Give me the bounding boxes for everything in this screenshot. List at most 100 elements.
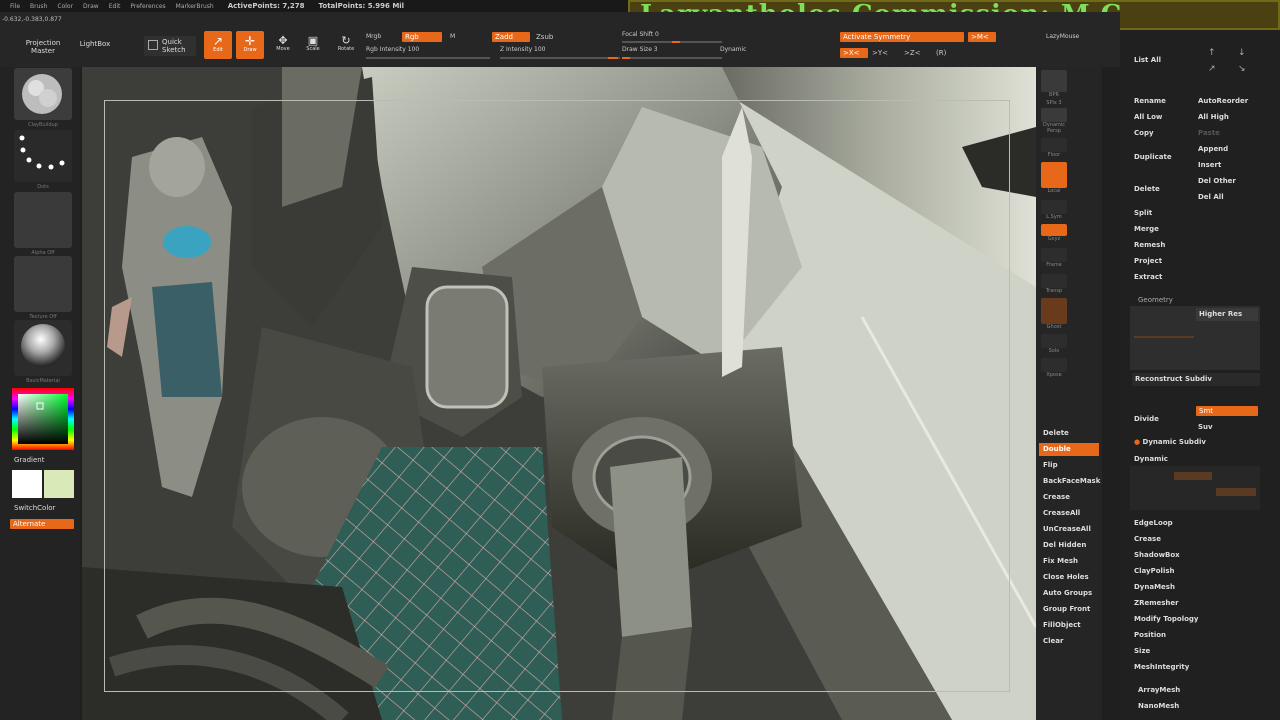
palette-crease-button[interactable]: Crease bbox=[1134, 535, 1161, 543]
mrgb-button[interactable]: Mrgb bbox=[366, 33, 381, 40]
lsym-icon[interactable] bbox=[1041, 200, 1067, 214]
insert-button[interactable]: Insert bbox=[1198, 161, 1221, 169]
draw-size-track[interactable] bbox=[622, 57, 722, 59]
alternate-button[interactable]: Alternate bbox=[10, 519, 74, 529]
local-icon[interactable] bbox=[1041, 162, 1067, 188]
fillobject-button[interactable]: FillObject bbox=[1039, 619, 1099, 632]
z-intensity-track[interactable] bbox=[500, 57, 620, 59]
activate-symmetry-button[interactable]: Activate Symmetry bbox=[840, 32, 964, 42]
rotate-button[interactable]: ↻ Rotate bbox=[332, 33, 360, 57]
menu-file[interactable]: File bbox=[10, 3, 20, 10]
gradient-toggle[interactable]: Gradient bbox=[14, 456, 44, 464]
extract-button[interactable]: Extract bbox=[1134, 273, 1162, 281]
clear-button[interactable]: Clear bbox=[1039, 635, 1099, 648]
paste-button[interactable]: Paste bbox=[1198, 129, 1220, 137]
rgb-intensity-track[interactable] bbox=[366, 57, 490, 59]
menu-draw[interactable]: Draw bbox=[83, 3, 99, 10]
all-high-button[interactable]: All High bbox=[1198, 113, 1229, 121]
crease-button[interactable]: Crease bbox=[1039, 491, 1099, 504]
spix-label[interactable]: SPix 3 bbox=[1036, 100, 1072, 106]
quick-sketch-button[interactable]: Quick Sketch bbox=[144, 36, 196, 56]
transp-icon[interactable] bbox=[1041, 274, 1067, 288]
solo-icon[interactable] bbox=[1041, 334, 1067, 348]
higher-res-button[interactable]: Higher Res bbox=[1196, 308, 1258, 321]
stroke-thumbnail[interactable] bbox=[14, 130, 72, 182]
material-thumbnail[interactable] bbox=[14, 320, 72, 376]
color-picker[interactable] bbox=[12, 388, 74, 450]
arrow-up-right-icon[interactable]: ↗ bbox=[1208, 64, 1216, 74]
duplicate-button[interactable]: Duplicate bbox=[1134, 153, 1172, 161]
nanomesh-button[interactable]: NanoMesh bbox=[1138, 702, 1179, 710]
modify-topology-button[interactable]: Modify Topology bbox=[1134, 615, 1199, 623]
sym-m-button[interactable]: >M< bbox=[968, 32, 996, 42]
sym-x-button[interactable]: >X< bbox=[840, 48, 868, 58]
z-intensity-slider[interactable]: Z Intensity 100 bbox=[500, 46, 546, 53]
zremesher-button[interactable]: ZRemesher bbox=[1134, 599, 1179, 607]
projection-master-button[interactable]: Projection Master bbox=[18, 38, 68, 56]
sdiv-slider[interactable] bbox=[1134, 336, 1194, 338]
uncreaseall-button[interactable]: UnCreaseAll bbox=[1039, 523, 1099, 536]
scale-button[interactable]: ▣ Scale bbox=[300, 33, 326, 57]
sym-z-button[interactable]: >Z< bbox=[904, 48, 921, 58]
m-button[interactable]: M bbox=[450, 33, 455, 40]
alpha-thumbnail[interactable] bbox=[14, 192, 72, 248]
dynamic-slider-b[interactable] bbox=[1216, 488, 1256, 496]
rename-button[interactable]: Rename bbox=[1134, 97, 1166, 105]
switch-color-button[interactable]: SwitchColor bbox=[14, 504, 55, 512]
ghost-icon[interactable] bbox=[1041, 298, 1067, 324]
project-button[interactable]: Project bbox=[1134, 257, 1162, 265]
lazymouse-button[interactable]: LazyMouse bbox=[1046, 33, 1079, 40]
auto-groups-button[interactable]: Auto Groups bbox=[1039, 587, 1099, 600]
texture-thumbnail[interactable] bbox=[14, 256, 72, 312]
append-button[interactable]: Append bbox=[1198, 145, 1228, 153]
list-all-button[interactable]: List All bbox=[1134, 56, 1161, 64]
primary-color-swatch[interactable] bbox=[12, 470, 42, 498]
edit-button[interactable]: ↗ Edit bbox=[204, 31, 232, 59]
creaseall-button[interactable]: CreaseAll bbox=[1039, 507, 1099, 520]
dynamic-subdiv-sliders[interactable] bbox=[1130, 466, 1260, 510]
menu-brush[interactable]: Brush bbox=[30, 3, 47, 10]
close-holes-button[interactable]: Close Holes bbox=[1039, 571, 1099, 584]
menu-color[interactable]: Color bbox=[57, 3, 73, 10]
del-all-button[interactable]: Del All bbox=[1198, 193, 1224, 201]
rgb-button[interactable]: Rgb bbox=[402, 32, 442, 42]
divide-button[interactable]: Divide bbox=[1134, 415, 1159, 423]
group-front-button[interactable]: Group Front bbox=[1039, 603, 1099, 616]
double-button[interactable]: Double bbox=[1039, 443, 1099, 456]
dynamic-slider-a[interactable] bbox=[1174, 472, 1212, 480]
meshintegrity-button[interactable]: MeshIntegrity bbox=[1134, 663, 1189, 671]
dynamic-persp-icon[interactable] bbox=[1041, 108, 1067, 122]
lightbox-button[interactable]: LightBox bbox=[74, 40, 116, 52]
gxyz-icon[interactable] bbox=[1041, 224, 1067, 236]
remesh-button[interactable]: Remesh bbox=[1134, 241, 1165, 249]
del-hidden-button[interactable]: Del Hidden bbox=[1039, 539, 1099, 552]
bpr-icon[interactable] bbox=[1041, 70, 1067, 92]
all-low-button[interactable]: All Low bbox=[1134, 113, 1162, 121]
dynamic-button[interactable]: Dynamic bbox=[1134, 455, 1168, 463]
arrow-down-right-icon[interactable]: ↘ bbox=[1238, 64, 1246, 74]
edgeloop-button[interactable]: EdgeLoop bbox=[1134, 519, 1173, 527]
draw-button[interactable]: ✛ Draw bbox=[236, 31, 264, 59]
sym-y-button[interactable]: >Y< bbox=[872, 48, 888, 58]
sym-r-button[interactable]: (R) bbox=[936, 48, 946, 58]
arrow-down-icon[interactable]: ↓ bbox=[1238, 48, 1246, 58]
floor-icon[interactable] bbox=[1041, 138, 1067, 152]
geometry-section-header[interactable]: Geometry bbox=[1138, 296, 1173, 304]
suv-toggle[interactable]: Suv bbox=[1198, 423, 1213, 431]
dynamic-subdiv-header[interactable]: ● Dynamic Subdiv bbox=[1134, 438, 1206, 446]
claypolish-button[interactable]: ClayPolish bbox=[1134, 567, 1175, 575]
delete-button[interactable]: Delete bbox=[1039, 427, 1099, 440]
size-button[interactable]: Size bbox=[1134, 647, 1150, 655]
frame-icon[interactable] bbox=[1041, 248, 1067, 262]
xpose-icon[interactable] bbox=[1041, 358, 1067, 372]
palette-delete-button[interactable]: Delete bbox=[1134, 185, 1160, 193]
arrow-up-icon[interactable]: ↑ bbox=[1208, 48, 1216, 58]
flip-button[interactable]: Flip bbox=[1039, 459, 1099, 472]
secondary-color-swatch[interactable] bbox=[44, 470, 74, 498]
dynamic-toggle[interactable]: Dynamic bbox=[720, 46, 746, 53]
shadowbox-button[interactable]: ShadowBox bbox=[1134, 551, 1180, 559]
move-button[interactable]: ✥ Move bbox=[270, 33, 296, 57]
rgb-intensity-slider[interactable]: Rgb Intensity 100 bbox=[366, 46, 419, 53]
subtool-arrows[interactable]: ↑ ↓ ↗ ↘ bbox=[1200, 46, 1256, 78]
fix-mesh-button[interactable]: Fix Mesh bbox=[1039, 555, 1099, 568]
